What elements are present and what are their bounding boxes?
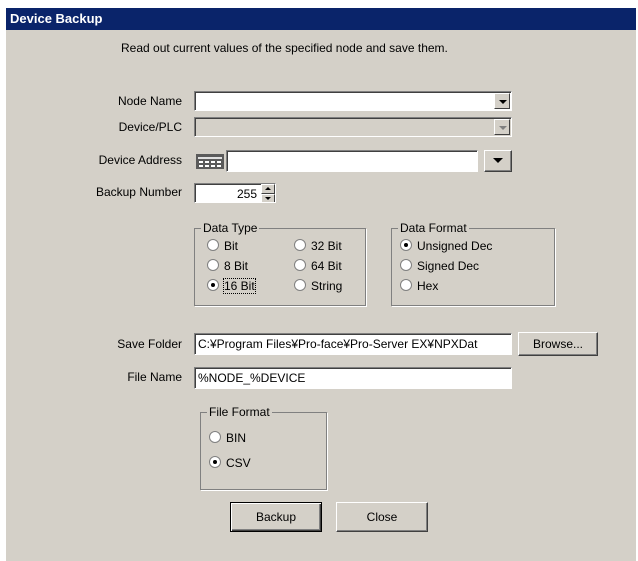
window-title: Device Backup bbox=[10, 11, 103, 26]
device-plc-label: Device/PLC bbox=[118, 120, 182, 134]
title-bar[interactable]: Device Backup bbox=[6, 8, 636, 30]
radio-16bit[interactable]: 16 Bit bbox=[207, 278, 256, 294]
chevron-down-icon bbox=[494, 119, 510, 135]
spin-down-icon[interactable] bbox=[261, 194, 275, 202]
device-address-input[interactable] bbox=[226, 150, 478, 172]
file-format-caption: File Format bbox=[207, 405, 272, 419]
save-folder-input[interactable]: C:¥Program Files¥Pro-face¥Pro-Server EX¥… bbox=[194, 333, 512, 355]
file-name-input[interactable]: %NODE_%DEVICE bbox=[194, 367, 512, 389]
node-name-combobox[interactable] bbox=[194, 91, 512, 111]
radio-signed-dec[interactable]: Signed Dec bbox=[400, 259, 479, 273]
node-name-label: Node Name bbox=[117, 94, 182, 108]
save-folder-value: C:¥Program Files¥Pro-face¥Pro-Server EX¥… bbox=[198, 337, 478, 351]
spin-up-icon[interactable] bbox=[261, 184, 275, 194]
spinner[interactable] bbox=[261, 184, 275, 202]
data-type-caption: Data Type bbox=[201, 221, 260, 235]
close-button[interactable]: Close bbox=[336, 502, 428, 532]
backup-number-value: 255 bbox=[236, 187, 257, 201]
device-address-label: Device Address bbox=[98, 153, 182, 167]
data-type-group: Data Type Bit 8 Bit 16 Bit 32 Bit 64 Bit… bbox=[194, 221, 366, 306]
file-format-group: File Format BIN CSV bbox=[200, 405, 327, 490]
file-name-label: File Name bbox=[127, 370, 182, 384]
radio-32bit[interactable]: 32 Bit bbox=[294, 239, 342, 253]
browse-button[interactable]: Browse... bbox=[518, 332, 598, 356]
device-backup-dialog: Device Backup Read out current values of… bbox=[6, 8, 636, 561]
description-text: Read out current values of the specified… bbox=[121, 41, 448, 55]
device-address-dropdown-button[interactable] bbox=[484, 150, 512, 172]
address-picker-button[interactable] bbox=[194, 150, 226, 172]
data-format-group: Data Format Unsigned Dec Signed Dec Hex bbox=[391, 221, 555, 306]
keypad-icon bbox=[196, 154, 224, 169]
chevron-down-icon bbox=[493, 158, 503, 163]
radio-csv[interactable]: CSV bbox=[209, 456, 251, 470]
data-format-caption: Data Format bbox=[398, 221, 469, 235]
radio-8bit[interactable]: 8 Bit bbox=[207, 259, 248, 273]
radio-64bit[interactable]: 64 Bit bbox=[294, 259, 342, 273]
radio-bit[interactable]: Bit bbox=[207, 239, 238, 253]
radio-hex[interactable]: Hex bbox=[400, 279, 438, 293]
save-folder-label: Save Folder bbox=[117, 337, 182, 351]
chevron-down-icon[interactable] bbox=[494, 93, 510, 109]
radio-unsigned-dec[interactable]: Unsigned Dec bbox=[400, 239, 492, 253]
file-name-value: %NODE_%DEVICE bbox=[198, 371, 306, 385]
radio-bin[interactable]: BIN bbox=[209, 431, 246, 445]
backup-button[interactable]: Backup bbox=[230, 502, 322, 532]
backup-number-spinbox[interactable]: 255 bbox=[194, 183, 276, 203]
backup-number-label: Backup Number bbox=[95, 185, 182, 199]
device-plc-combobox bbox=[194, 117, 512, 137]
radio-string[interactable]: String bbox=[294, 279, 342, 293]
